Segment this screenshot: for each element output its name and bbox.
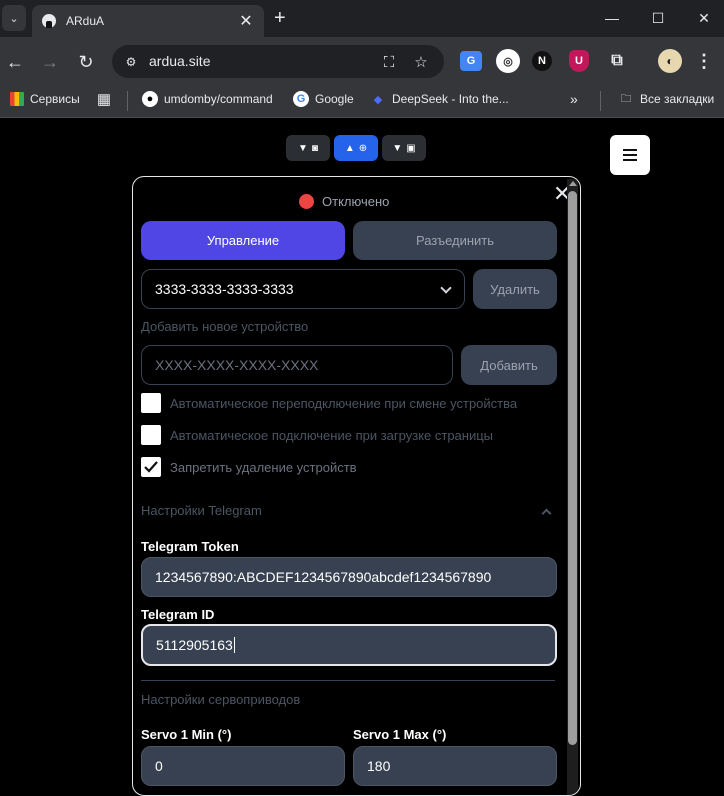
gamepad-icon: ⊕	[358, 142, 368, 154]
bookmark-label: Все закладки	[640, 92, 715, 106]
gamepad-toggle-button[interactable]: ▲ ⊕	[334, 135, 378, 161]
triangle-up-icon: ▲	[344, 142, 355, 154]
bookmark-all[interactable]: 🗀 Все закладки	[618, 89, 715, 109]
text-caret	[233, 637, 235, 653]
bookmark-deepseek[interactable]: ◆ DeepSeek - Into the...	[370, 89, 509, 109]
url-text: ardua.site	[149, 53, 211, 69]
back-arrow-icon[interactable]: ←	[2, 49, 28, 75]
auto-connect-checkbox[interactable]	[141, 425, 161, 445]
browser-tab[interactable]: ARduA ✕	[32, 5, 264, 37]
auto-reconnect-checkbox[interactable]	[141, 393, 161, 413]
forward-arrow-icon[interactable]: →	[37, 49, 63, 75]
section-divider	[141, 680, 555, 681]
auto-connect-option[interactable]: Автоматическое подключение при загрузке …	[141, 425, 493, 445]
device-select-value: 3333-3333-3333-3333	[155, 281, 294, 297]
triangle-down-icon: ▼	[392, 142, 403, 154]
status-dot-icon	[299, 194, 314, 209]
servo-section-title: Настройки сервоприводов	[141, 692, 301, 707]
image-icon: ▣	[406, 142, 416, 154]
translate-icon[interactable]: ⛶	[378, 51, 400, 73]
settings-panel: Отключено Управление Разъединить 3333-33…	[132, 176, 581, 796]
telegram-token-label: Telegram Token	[141, 539, 239, 554]
auto-reconnect-option[interactable]: Автоматическое переподключение при смене…	[141, 393, 517, 413]
grid-icon: ▦	[96, 91, 112, 108]
camera-icon: ◙	[311, 142, 318, 154]
delete-device-button[interactable]: Удалить	[473, 269, 557, 309]
page-content: ▼ ◙ ▲ ⊕ ▼ ▣ Отключено Управление Разъединит…	[0, 119, 724, 796]
checkmark-icon	[144, 461, 158, 473]
minimize-button[interactable]: —	[597, 6, 627, 30]
bookmark-divider	[600, 91, 601, 111]
add-device-label: Добавить новое устройство	[141, 319, 309, 334]
bookmark-label: umdomby/command	[164, 92, 273, 106]
github-icon: ●	[142, 91, 158, 107]
deepseek-icon: ◆	[373, 93, 383, 106]
prevent-delete-checkbox[interactable]	[141, 457, 161, 477]
bookmark-divider	[127, 91, 128, 111]
ublock-extension-icon[interactable]: U	[569, 50, 589, 72]
maximize-button[interactable]: ☐	[643, 6, 673, 30]
hamburger-menu-icon[interactable]	[610, 135, 650, 175]
collapse-chevron-up-icon[interactable]	[541, 508, 552, 519]
google-translate-extension-icon[interactable]: G	[460, 51, 482, 71]
google-icon: G	[293, 91, 309, 107]
title-bar: ⌄ ARduA ✕ + — ☐ ✕	[0, 0, 724, 37]
bookmark-star-icon[interactable]: ☆	[410, 51, 432, 73]
chevron-down-icon	[440, 282, 452, 294]
bookmark-label: DeepSeek - Into the...	[392, 92, 509, 106]
telegram-token-input[interactable]: 1234567890:ABCDEF1234567890abcdef1234567…	[141, 557, 557, 597]
control-button[interactable]: Управление	[141, 221, 345, 260]
reload-icon[interactable]: ↻	[73, 49, 99, 75]
disconnect-button[interactable]: Разъединить	[353, 221, 557, 260]
profile-avatar[interactable]: ◐	[658, 49, 682, 73]
site-info-icon[interactable]: ⚙	[122, 53, 140, 71]
more-bookmarks-chevron-icon[interactable]: »	[570, 89, 578, 109]
telegram-section-title[interactable]: Настройки Telegram	[141, 503, 262, 518]
servo1-min-label: Servo 1 Min (°)	[141, 727, 232, 742]
servo1-max-label: Servo 1 Max (°)	[353, 727, 447, 742]
prevent-delete-label: Запретить удаление устройств	[170, 459, 357, 475]
window-close-button[interactable]: ✕	[689, 6, 719, 30]
auto-connect-label: Автоматическое подключение при загрузке …	[170, 427, 494, 443]
panel-scrollbar[interactable]	[567, 179, 578, 795]
bookmark-services[interactable]: Сервисы	[10, 89, 80, 109]
telegram-id-value: 5112905163	[156, 637, 233, 653]
connection-status: Отключено	[299, 194, 389, 209]
servo1-max-input[interactable]: 180	[353, 746, 557, 786]
bookmark-google[interactable]: G Google	[293, 89, 354, 109]
new-device-input[interactable]: XXXX-XXXX-XXXX-XXXX	[141, 345, 453, 385]
prevent-delete-option[interactable]: Запретить удаление устройств	[141, 457, 357, 477]
telegram-id-label: Telegram ID	[141, 607, 215, 622]
extension-n-icon[interactable]: N	[532, 51, 552, 71]
extension-icon[interactable]: ◎	[496, 49, 520, 73]
bookmark-github[interactable]: ● umdomby/command	[142, 89, 273, 109]
image-toggle-button[interactable]: ▼ ▣	[382, 135, 426, 161]
tab-title: ARduA	[66, 14, 105, 28]
telegram-id-input[interactable]: 5112905163	[141, 624, 557, 666]
add-device-button[interactable]: Добавить	[461, 345, 557, 385]
site-favicon-icon	[42, 14, 56, 28]
tab-groups-icon[interactable]: ▦	[96, 89, 118, 109]
scroll-up-arrow-icon[interactable]	[569, 181, 577, 186]
bookmark-label: Сервисы	[30, 92, 80, 106]
tab-search-button[interactable]: ⌄	[2, 5, 26, 31]
new-tab-button[interactable]: +	[274, 7, 286, 30]
address-bar[interactable]: ⚙ ardua.site ⛶ ☆	[112, 45, 444, 78]
camera-toggle-button[interactable]: ▼ ◙	[286, 135, 330, 161]
extensions-puzzle-icon[interactable]: ⧉	[605, 49, 629, 73]
auto-reconnect-label: Автоматическое переподключение при смене…	[170, 395, 518, 411]
bookmark-label: Google	[315, 92, 354, 106]
device-select[interactable]: 3333-3333-3333-3333	[141, 269, 465, 309]
triangle-down-icon: ▼	[298, 142, 308, 154]
folder-icon: 🗀	[620, 92, 632, 105]
servo1-min-input[interactable]: 0	[141, 746, 345, 786]
scroll-thumb[interactable]	[568, 191, 577, 745]
tab-close-icon[interactable]: ✕	[236, 11, 256, 31]
kebab-menu-icon[interactable]: ⋮	[692, 49, 716, 73]
apps-grid-icon	[10, 92, 24, 106]
status-text: Отключено	[322, 194, 390, 209]
